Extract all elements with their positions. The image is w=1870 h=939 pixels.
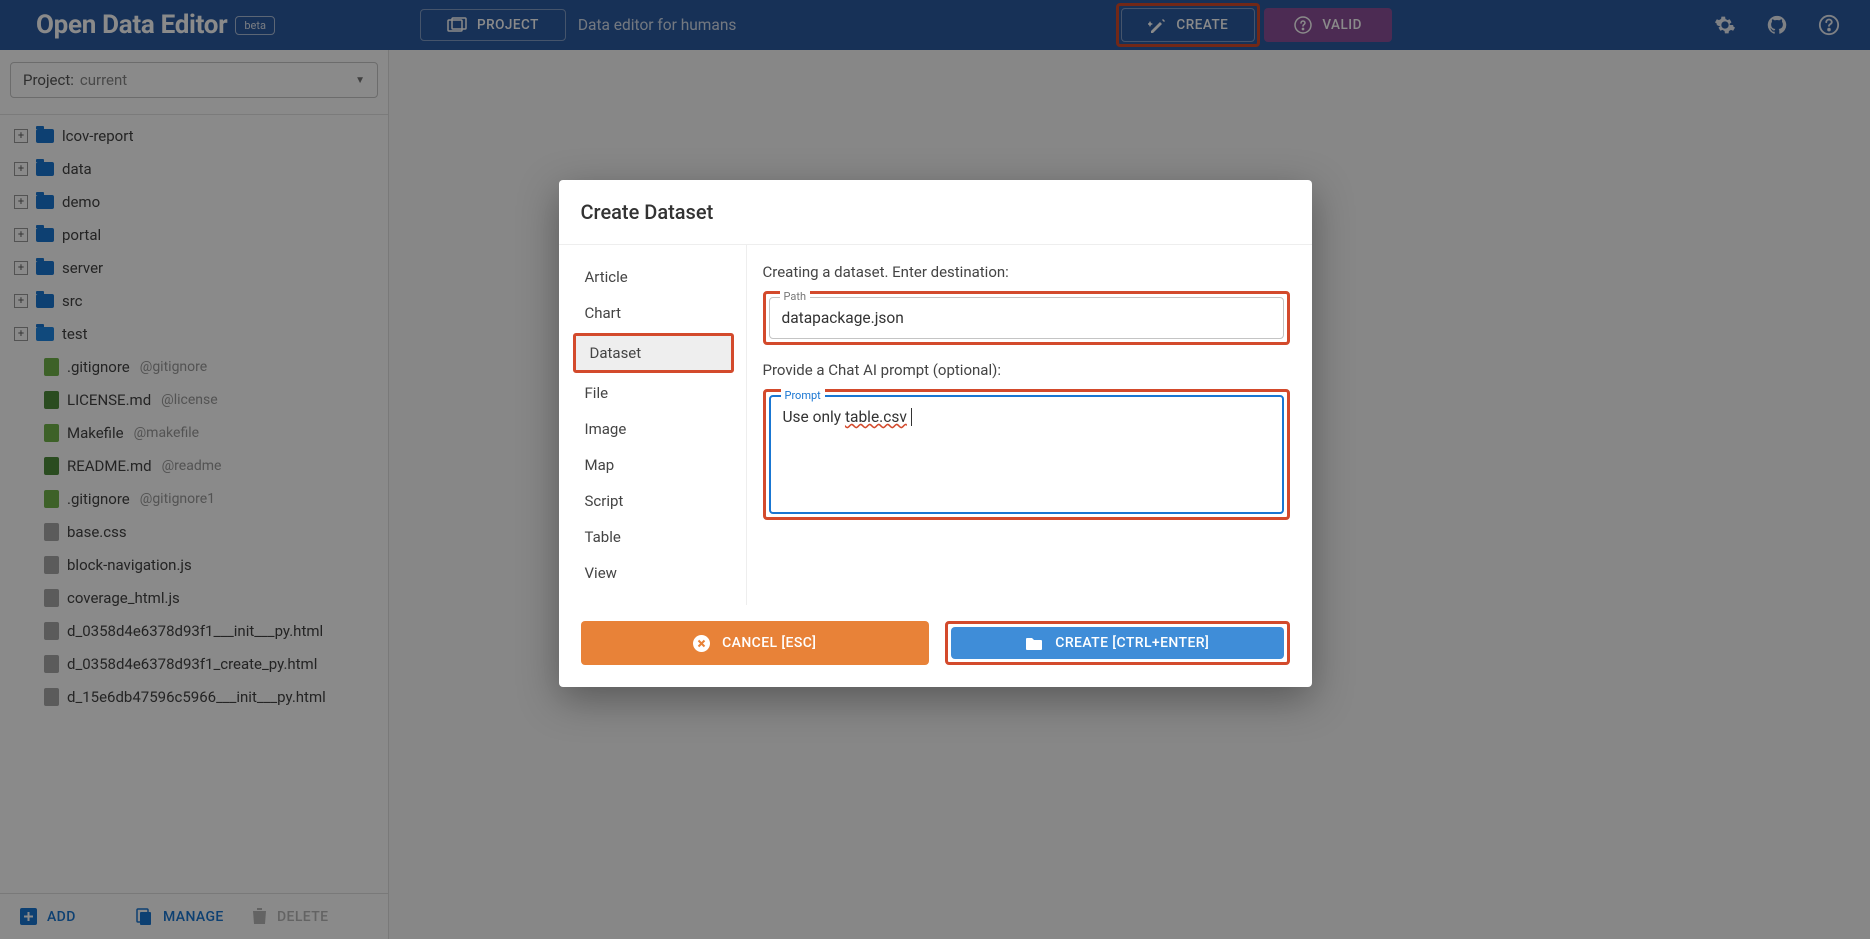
dialog-nav-item[interactable]: Script: [559, 483, 746, 519]
folder-plus-icon: [1025, 636, 1043, 651]
prompt-field[interactable]: Prompt Use only table.csv: [769, 395, 1284, 514]
close-circle-icon: [693, 635, 710, 652]
dialog-actions: CANCEL [ESC] CREATE [CTRL+ENTER]: [559, 605, 1312, 687]
cancel-label: CANCEL [ESC]: [722, 635, 816, 651]
dialog-nav-item[interactable]: File: [559, 375, 746, 411]
dialog-nav-item-active[interactable]: Dataset: [573, 333, 734, 373]
prompt-field-highlight: Prompt Use only table.csv: [763, 389, 1290, 520]
modal-overlay[interactable]: Create Dataset ArticleChart Dataset FileIm…: [0, 0, 1870, 939]
dialog-nav-item[interactable]: Chart: [559, 295, 746, 331]
destination-label: Creating a dataset. Enter destination:: [763, 263, 1290, 281]
nav-label: Dataset: [576, 336, 731, 370]
cancel-button[interactable]: CANCEL [ESC]: [581, 621, 930, 665]
path-field-highlight: Path: [763, 291, 1290, 345]
dialog-nav-item[interactable]: Map: [559, 447, 746, 483]
dialog-title: Create Dataset: [559, 180, 1312, 245]
dialog-nav-item[interactable]: View: [559, 555, 746, 591]
dialog-nav: ArticleChart Dataset FileImageMapScriptTab…: [559, 245, 747, 605]
dialog-create-button[interactable]: CREATE [CTRL+ENTER]: [951, 627, 1284, 659]
path-float-label: Path: [780, 290, 811, 303]
prompt-section-label: Provide a Chat AI prompt (optional):: [763, 361, 1290, 379]
create-dataset-dialog: Create Dataset ArticleChart Dataset FileIm…: [559, 180, 1312, 687]
dialog-content: Creating a dataset. Enter destination: P…: [747, 245, 1312, 605]
dialog-nav-item[interactable]: Article: [559, 259, 746, 295]
path-field[interactable]: Path: [769, 297, 1284, 339]
prompt-float-label: Prompt: [781, 389, 825, 402]
prompt-textarea[interactable]: Use only table.csv: [771, 397, 1282, 512]
dialog-create-label: CREATE [CTRL+ENTER]: [1055, 635, 1209, 651]
path-input[interactable]: [770, 298, 1283, 338]
main-area: Create Dataset ArticleChart Dataset FileIm…: [389, 50, 1870, 939]
create-button-highlight-dialog: CREATE [CTRL+ENTER]: [945, 621, 1290, 665]
dialog-nav-item[interactable]: Table: [559, 519, 746, 555]
dialog-nav-item[interactable]: Image: [559, 411, 746, 447]
